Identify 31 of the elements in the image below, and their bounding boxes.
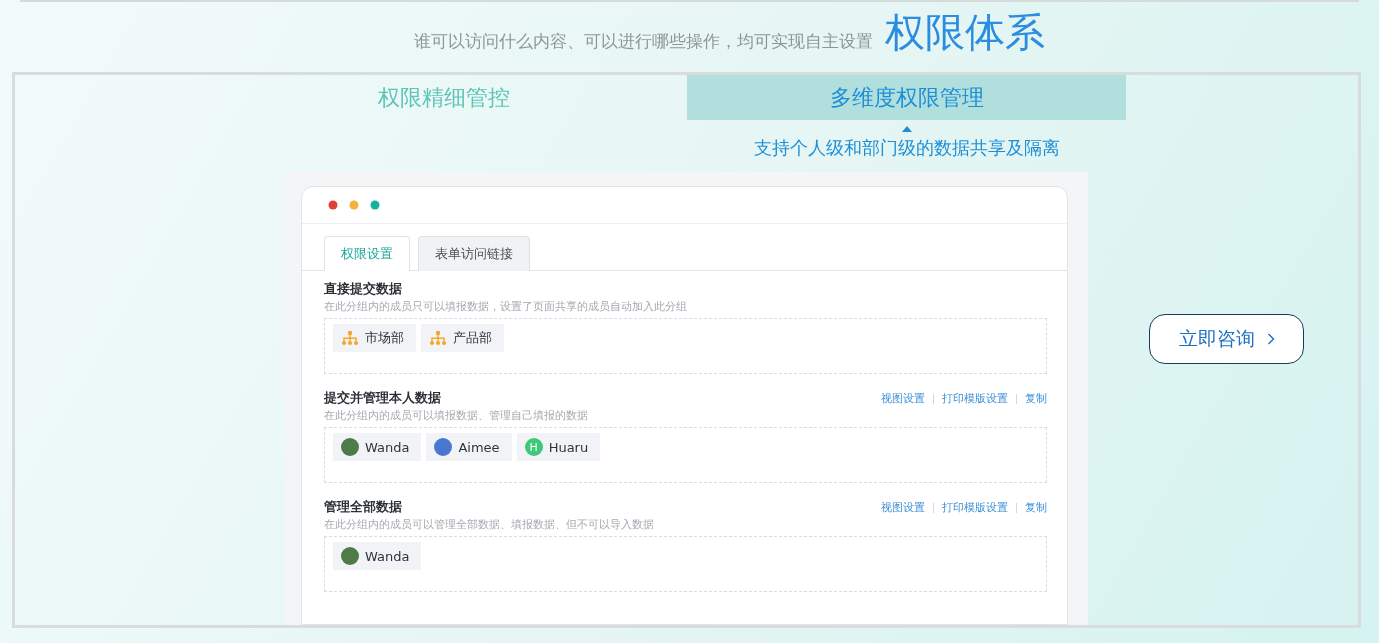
- group-description: 在此分组内的成员只可以填报数据，设置了页面共享的成员自动加入此分组: [324, 300, 688, 314]
- member-chip[interactable]: Wanda: [333, 433, 422, 461]
- action-link[interactable]: 视图设置: [881, 500, 925, 515]
- avatar: H: [524, 438, 543, 456]
- member-chip[interactable]: 产品部: [421, 324, 504, 352]
- member-chip[interactable]: 市场部: [333, 324, 416, 352]
- action-link[interactable]: 打印模版设置: [942, 391, 1008, 406]
- org-chart-icon: [341, 330, 359, 346]
- subtitle: 谁可以访问什么内容、可以进行哪些操作，均可实现自主设置: [414, 30, 873, 53]
- action-link[interactable]: 打印模版设置: [942, 500, 1008, 515]
- group-title: 提交并管理本人数据: [324, 390, 441, 407]
- member-chip[interactable]: Wanda: [333, 542, 422, 570]
- org-chart-icon: [429, 330, 447, 346]
- action-link[interactable]: 复制: [1025, 500, 1047, 515]
- group-title: 管理全部数据: [324, 499, 402, 516]
- action-link[interactable]: 视图设置: [881, 391, 925, 406]
- action-link[interactable]: 复制: [1025, 391, 1047, 406]
- chevron-right-icon: [1266, 332, 1275, 345]
- pointer-icon: [901, 126, 912, 132]
- feature-tab[interactable]: 权限精细管控: [201, 75, 687, 120]
- member-chip[interactable]: Aimee: [426, 433, 512, 461]
- group-description: 在此分组内的成员可以填报数据、管理自己填报的数据: [324, 409, 589, 423]
- consult-button[interactable]: 立即咨询: [1149, 313, 1304, 364]
- settings-tab[interactable]: 表单访问链接: [418, 236, 530, 271]
- group-title: 直接提交数据: [324, 281, 402, 298]
- settings-tab[interactable]: 权限设置: [324, 236, 410, 271]
- group-description: 在此分组内的成员可以管理全部数据、填报数据、但不可以导入数据: [324, 518, 655, 532]
- member-chip[interactable]: H Huaru: [516, 433, 601, 461]
- feature-tab[interactable]: 多维度权限管理: [687, 75, 1126, 120]
- section-title: 权限体系: [885, 8, 1045, 56]
- tab-caption: 支持个人级和部门级的数据共享及隔离: [753, 136, 1060, 160]
